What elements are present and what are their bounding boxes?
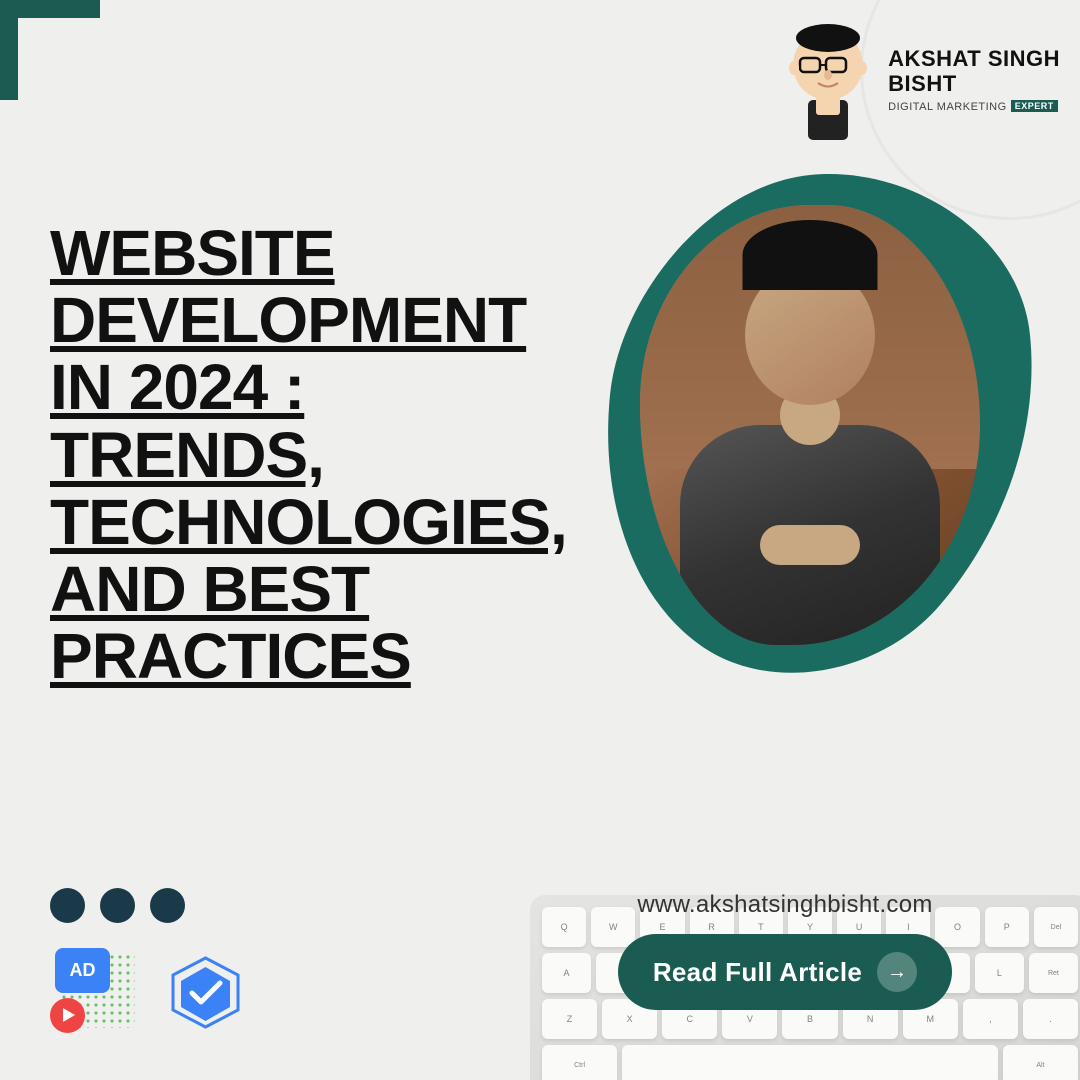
logo-text: AKSHAT SINGH BISHT DIGITAL MARKETING EXP… — [888, 47, 1060, 112]
play-icon — [50, 998, 85, 1033]
marketing-icons-area: AD — [50, 888, 350, 1033]
logo-name-line1: AKSHAT SINGH — [888, 47, 1060, 71]
main-title-area: WEBSITE DEVELOPMENT IN 2024 : TRENDS, TE… — [50, 220, 520, 690]
author-illustration — [778, 20, 878, 140]
read-full-article-button[interactable]: Read Full Article → — [618, 934, 952, 1010]
icons-row: AD — [50, 943, 350, 1033]
logo-subtitle: DIGITAL MARKETING — [888, 101, 1007, 113]
main-headline: WEBSITE DEVELOPMENT IN 2024 : TRENDS, TE… — [50, 220, 520, 690]
person-photo — [640, 205, 980, 645]
logo-expert-badge: EXPERT — [1011, 100, 1058, 112]
logo-name-line2: BISHT — [888, 72, 957, 96]
page-container: AKSHAT SINGH BISHT DIGITAL MARKETING EXP… — [0, 0, 1080, 1080]
hex-shape — [168, 955, 233, 1020]
website-url: www.akshatsinghbisht.com — [540, 891, 1030, 919]
arrow-icon: → — [877, 952, 917, 992]
play-triangle — [63, 1008, 75, 1022]
cta-area: www.akshatsinghbisht.com Read Full Artic… — [540, 891, 1030, 1010]
dot-2 — [100, 888, 135, 923]
person-blob-area — [570, 155, 1050, 715]
hex-svg — [168, 955, 243, 1030]
button-label: Read Full Article — [653, 957, 862, 988]
ad-icon-container: AD — [50, 943, 140, 1033]
verified-icon-container — [160, 948, 240, 1028]
corner-bracket-top-left — [0, 0, 130, 130]
dot-3 — [150, 888, 185, 923]
dot-1 — [50, 888, 85, 923]
logo-area: AKSHAT SINGH BISHT DIGITAL MARKETING EXP… — [778, 20, 1060, 140]
dots-row — [50, 888, 350, 923]
ad-badge: AD — [55, 948, 110, 993]
